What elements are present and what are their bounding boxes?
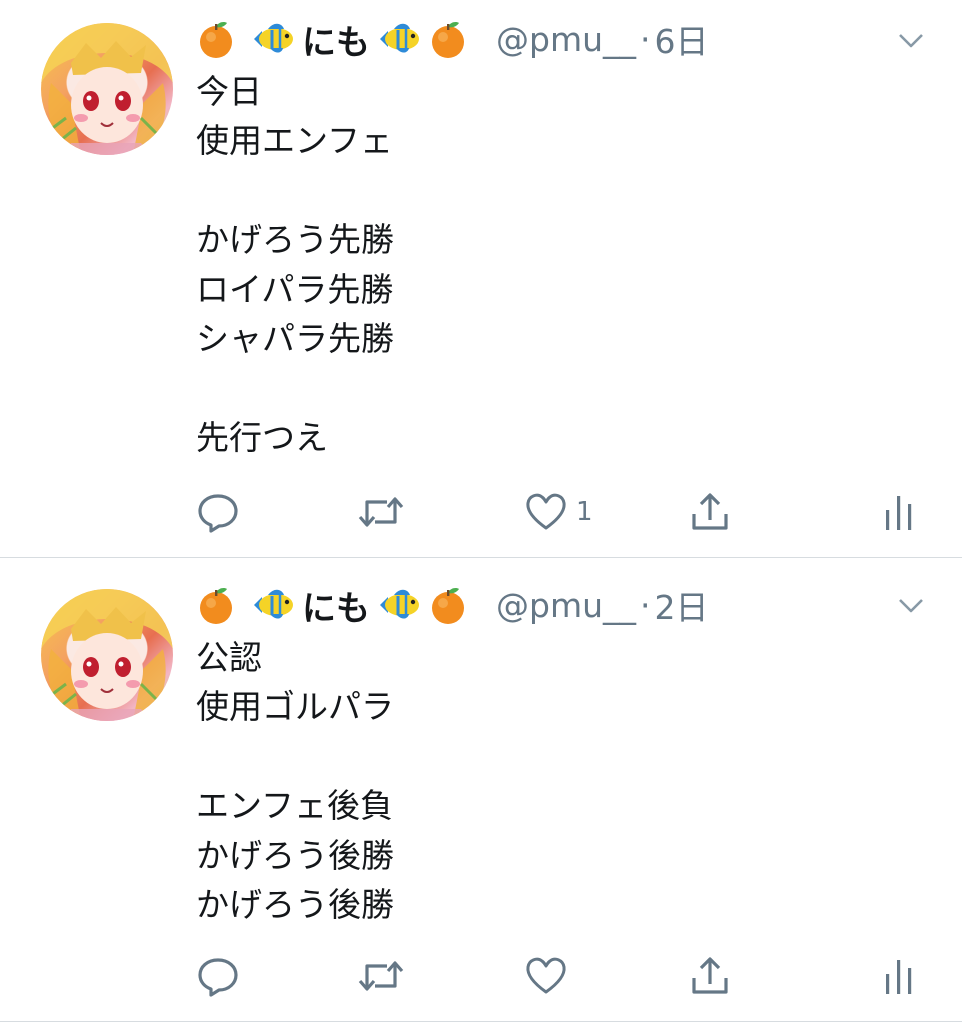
tropical-fish-emoji-icon <box>376 585 422 625</box>
avatar[interactable] <box>41 23 173 155</box>
orange-emoji-icon <box>428 585 468 625</box>
user-handle[interactable]: @pmu__ <box>496 20 636 59</box>
tropical-fish-emoji-icon <box>250 585 296 625</box>
orange-emoji-icon <box>428 19 468 59</box>
share-button[interactable] <box>688 490 732 534</box>
avatar-image <box>41 23 173 155</box>
like-icon <box>524 490 568 534</box>
avatar[interactable] <box>41 589 173 721</box>
timestamp[interactable]: 2日 <box>655 581 709 629</box>
tweet-text-line: エンフェ後負 <box>196 786 394 826</box>
tropical-fish-emoji-icon <box>250 19 296 59</box>
tweet-header: にも @pmu__ · 2日 <box>196 580 709 630</box>
analytics-button[interactable] <box>883 954 915 998</box>
share-icon <box>688 954 732 998</box>
tweet[interactable]: にも @pmu__ · 6日 今日 使用エンフェ かげろう先勝 ロイパラ先勝 シ… <box>0 0 962 557</box>
tweet-text-line: 使用エンフェ <box>196 121 394 161</box>
tweet-text-line: かげろう後勝 <box>196 835 394 875</box>
tweet-text-line: 先行つえ <box>196 417 328 457</box>
separator-dot: · <box>640 19 651 59</box>
tweet-text-line: シャパラ先勝 <box>196 318 394 358</box>
tweet-text-line <box>196 732 394 781</box>
display-name[interactable]: にも <box>302 15 370 64</box>
analytics-icon <box>883 490 915 534</box>
timestamp[interactable]: 6日 <box>655 15 709 63</box>
like-icon <box>524 954 568 998</box>
like-button[interactable] <box>524 954 576 998</box>
tweet-text-line: かげろう後勝 <box>196 884 394 924</box>
tweet-text-line: 今日 <box>196 72 262 111</box>
share-button[interactable] <box>688 954 732 998</box>
avatar-image <box>41 589 173 721</box>
share-icon <box>688 490 732 534</box>
reply-button[interactable] <box>196 490 240 534</box>
like-button[interactable]: 1 <box>524 490 593 534</box>
analytics-button[interactable] <box>883 490 915 534</box>
display-name[interactable]: にも <box>302 581 370 630</box>
tweet-actions <box>0 954 962 998</box>
tweet-text-line: 使用ゴルパラ <box>196 687 394 727</box>
analytics-icon <box>883 954 915 998</box>
tweet-text-line: かげろう先勝 <box>196 220 394 260</box>
tweet-text-line: ロイパラ先勝 <box>196 269 394 309</box>
tropical-fish-emoji-icon <box>376 19 422 59</box>
chevron-down-icon[interactable] <box>898 598 924 614</box>
reply-button[interactable] <box>196 954 240 998</box>
orange-emoji-icon <box>196 585 236 625</box>
retweet-button[interactable] <box>357 954 405 998</box>
tweet-text-line: 公認 <box>196 638 262 677</box>
tweet-text-line <box>196 166 394 215</box>
separator-dot: · <box>640 585 651 625</box>
chevron-down-icon[interactable] <box>898 33 924 49</box>
tweet-text: 今日 使用エンフェ かげろう先勝 ロイパラ先勝 シャパラ先勝 先行つえ <box>196 67 394 462</box>
retweet-icon <box>357 954 405 998</box>
like-count: 1 <box>576 497 593 527</box>
tweet-header: にも @pmu__ · 6日 <box>196 14 709 64</box>
orange-emoji-icon <box>196 19 236 59</box>
tweet-actions: 1 <box>0 490 962 534</box>
tweet-divider <box>0 1021 962 1022</box>
tweet-text-line <box>196 363 394 412</box>
reply-icon <box>196 490 240 534</box>
tweet-text: 公認 使用ゴルパラ エンフェ後負 かげろう後勝 かげろう後勝 <box>196 633 394 929</box>
retweet-button[interactable] <box>357 490 405 534</box>
user-handle[interactable]: @pmu__ <box>496 586 636 625</box>
retweet-icon <box>357 490 405 534</box>
reply-icon <box>196 954 240 998</box>
